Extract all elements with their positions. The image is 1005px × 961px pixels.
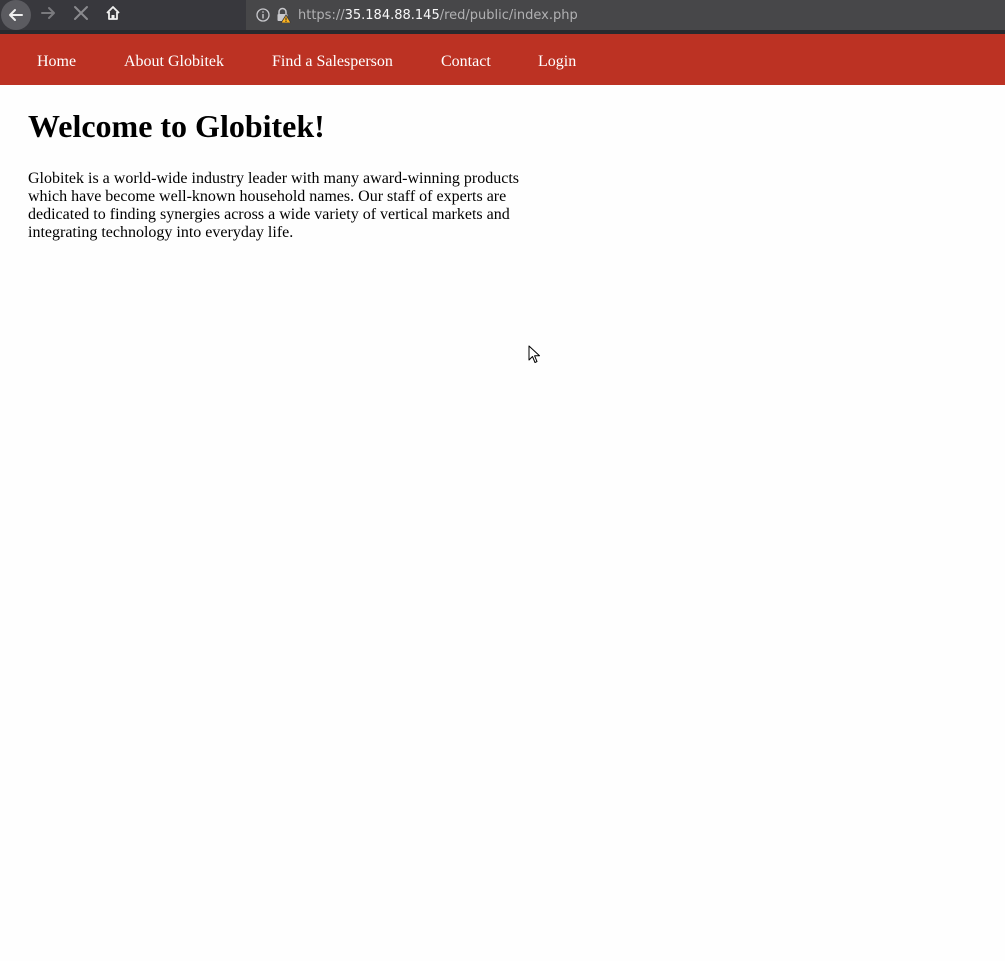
site-navigation: Home About Globitek Find a Salesperson C… [0,34,1005,85]
forward-arrow-icon [39,4,57,27]
mouse-pointer-icon [528,345,540,363]
browser-toolbar: https://35.184.88.145/red/public/index.p… [0,0,1005,34]
nav-link-contact[interactable]: Contact [441,34,491,85]
main-content: Welcome to Globitek! Globitek is a world… [28,85,528,242]
url-path: /red/public/index.php [439,7,578,23]
url-scheme: https:// [298,7,345,23]
nav-link-home[interactable]: Home [37,34,76,85]
address-bar[interactable]: https://35.184.88.145/red/public/index.p… [246,0,1005,30]
info-icon[interactable] [256,8,270,22]
nav-link-about[interactable]: About Globitek [124,34,224,85]
stop-button[interactable] [65,0,97,30]
home-icon [105,5,121,26]
url-text: https://35.184.88.145/red/public/index.p… [298,8,578,23]
forward-button[interactable] [32,0,64,30]
back-arrow-icon [1,0,31,30]
back-button[interactable] [0,0,32,30]
nav-link-login[interactable]: Login [538,34,576,85]
stop-icon [73,5,89,26]
url-host: 35.184.88.145 [344,7,440,23]
nav-link-find-salesperson[interactable]: Find a Salesperson [272,34,393,85]
intro-paragraph: Globitek is a world-wide industry leader… [28,170,519,241]
home-button[interactable] [97,0,129,30]
insecure-lock-icon[interactable] [275,7,292,24]
page-title: Welcome to Globitek! [28,108,325,144]
